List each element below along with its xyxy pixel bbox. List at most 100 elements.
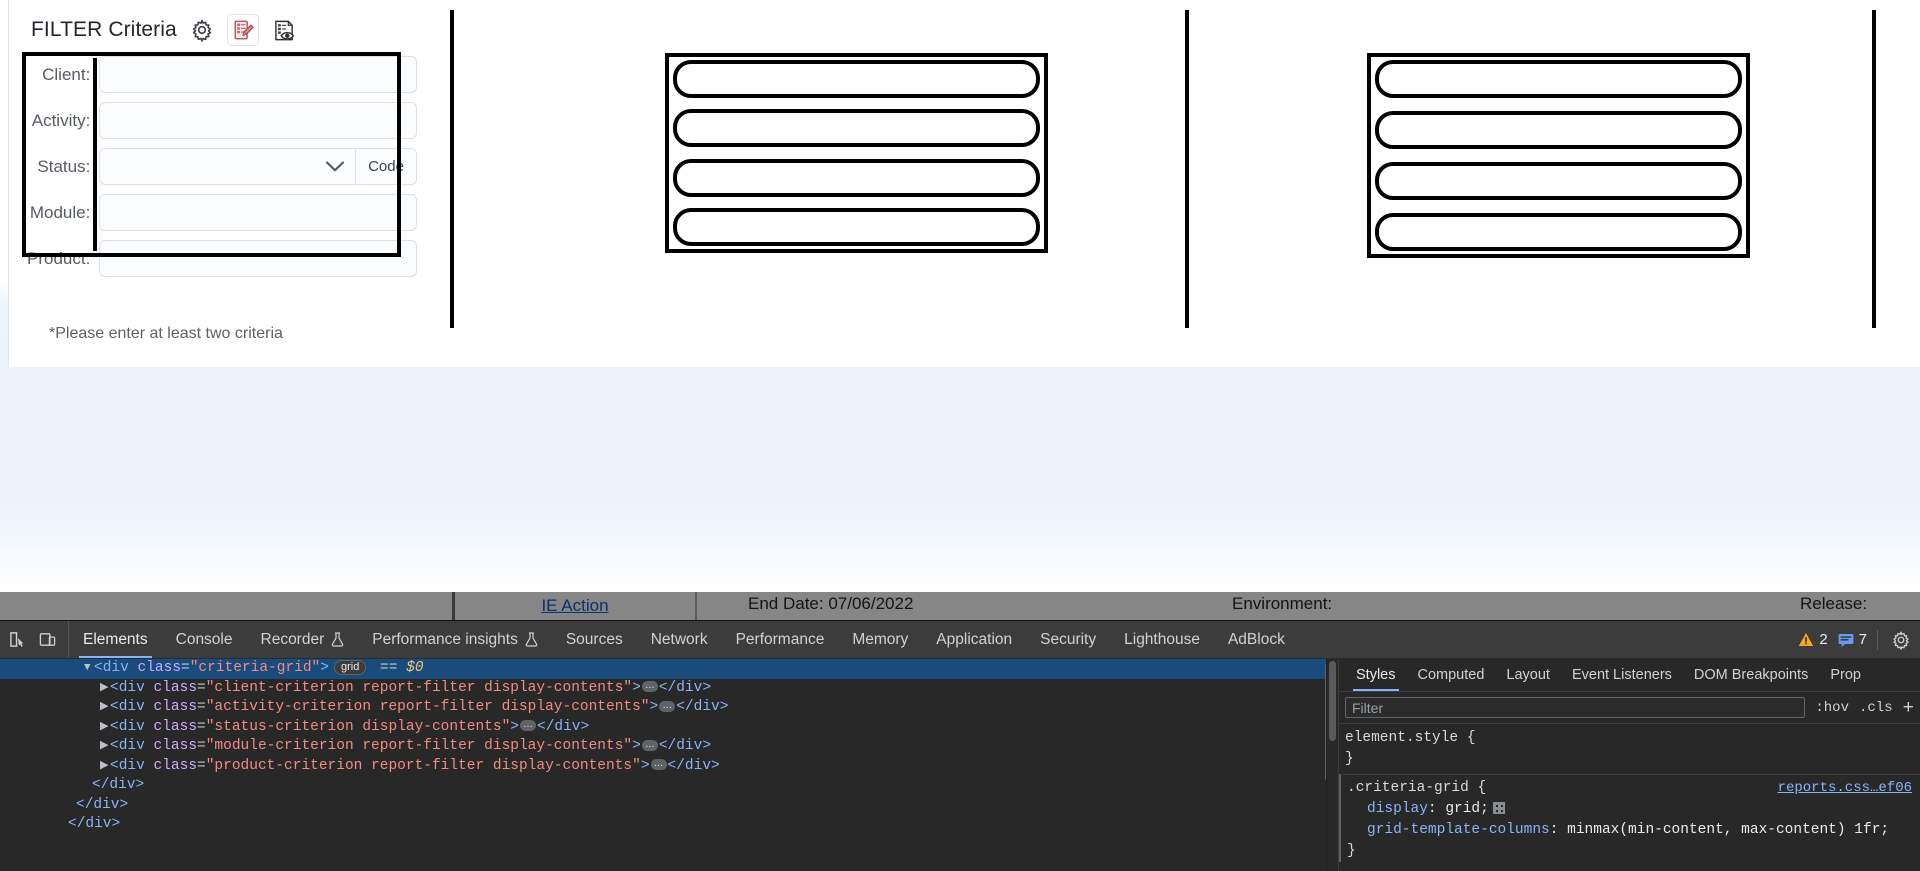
tab-performance-insights[interactable]: Performance insights xyxy=(358,621,552,658)
tab-sources[interactable]: Sources xyxy=(552,621,637,658)
warning-counter[interactable]: 2 xyxy=(1798,631,1828,648)
rule-source-link[interactable]: reports.css…ef06 xyxy=(1778,778,1912,799)
tab-label: Application xyxy=(936,630,1013,648)
tab-elements[interactable]: Elements xyxy=(69,621,162,658)
tab-network[interactable]: Network xyxy=(637,621,722,658)
dom-tree-panel[interactable]: ▼ <div class="criteria-grid"> grid == $0 ▶ <… xyxy=(0,659,1338,871)
dom-tree-line[interactable]: ▼ <div class="criteria-grid"> grid == $0 xyxy=(0,659,1338,679)
tab-console[interactable]: Console xyxy=(162,621,247,658)
tab-label: Security xyxy=(1040,630,1097,648)
experimental-flask-icon xyxy=(331,632,344,647)
annotation-bar xyxy=(1375,213,1742,251)
tab-label: Network xyxy=(650,630,708,648)
dom-tree-line[interactable]: ▶ <div class="activity-criterion report-f… xyxy=(0,698,1338,718)
activity-input[interactable] xyxy=(99,102,417,139)
criterion-field-module xyxy=(99,190,417,235)
annotation-group-right xyxy=(1367,53,1750,258)
hov-toggle[interactable]: :hov xyxy=(1815,700,1849,716)
dom-tree-line[interactable]: ▶ <div class="product-criterion report-fi… xyxy=(0,757,1338,777)
device-toolbar-icon[interactable] xyxy=(34,628,60,652)
styles-panel: Styles Computed Layout Event Listeners DOM B… xyxy=(1338,659,1920,871)
tab-security[interactable]: Security xyxy=(1026,621,1110,658)
styles-tab-prop[interactable]: Prop xyxy=(1819,659,1872,691)
preview-report-icon[interactable] xyxy=(271,16,299,44)
rule-selector[interactable]: .criteria-grid { reports.css…ef06 xyxy=(1341,778,1920,799)
tab-label: Sources xyxy=(565,630,623,648)
criterion-field-activity xyxy=(99,98,417,143)
tab-label: Lighthouse xyxy=(1124,630,1200,648)
client-input[interactable] xyxy=(99,56,417,93)
styles-tab-layout[interactable]: Layout xyxy=(1495,659,1561,691)
dom-panel-scrollbar[interactable] xyxy=(1326,659,1338,871)
module-input[interactable] xyxy=(99,194,417,231)
criterion-label-product: Product: xyxy=(27,248,91,268)
dom-tree-line[interactable]: ▶ <div class="module-criterion report-fil… xyxy=(0,737,1338,757)
tab-recorder[interactable]: Recorder xyxy=(247,621,359,658)
gear-icon[interactable] xyxy=(189,17,215,43)
end-date-label: End Date: 07/06/2022 xyxy=(748,594,914,613)
annotation-bar xyxy=(1375,60,1742,98)
styles-filter-bar: :hov .cls + xyxy=(1339,692,1920,724)
criterion-label-client: Client: xyxy=(42,64,91,84)
tab-application[interactable]: Application xyxy=(922,621,1026,658)
devtools-inspect-group xyxy=(0,621,69,658)
status-code-button[interactable]: Code xyxy=(355,149,416,184)
dom-panel-scrollbar-thumb[interactable] xyxy=(1329,661,1336,741)
experimental-flask-icon xyxy=(525,632,538,647)
tab-label: Memory xyxy=(852,630,909,648)
devtools-panel: Elements Console Recorder Performance insig… xyxy=(0,620,1920,871)
criterion-field-status: Code xyxy=(99,144,417,189)
tab-label: AdBlock xyxy=(1227,630,1285,648)
column-guide-1 xyxy=(450,10,454,328)
column-guide-2 xyxy=(1185,10,1189,328)
grid-overlay-icon[interactable] xyxy=(1492,802,1505,814)
chevron-down-icon[interactable] xyxy=(325,160,345,173)
styles-filter-input[interactable] xyxy=(1345,697,1806,718)
product-input[interactable] xyxy=(99,240,417,277)
annotation-bar xyxy=(673,60,1040,98)
tab-label: Performance xyxy=(735,630,825,648)
annotation-bar xyxy=(1375,162,1742,200)
status-select[interactable] xyxy=(100,149,355,184)
tab-label: Performance insights xyxy=(372,630,518,648)
warning-count: 2 xyxy=(1819,631,1828,648)
tab-label: Recorder xyxy=(260,630,325,648)
dom-tree-line[interactable]: ▶ <div class="client-criterion report-fil… xyxy=(0,679,1338,699)
release-label: Release: xyxy=(1800,594,1868,613)
styles-tab-styles[interactable]: Styles xyxy=(1345,659,1407,691)
ie-action-cell: IE Action xyxy=(452,592,697,620)
dom-tree-line[interactable]: </div> xyxy=(0,776,1338,796)
tab-adblock[interactable]: AdBlock xyxy=(1214,621,1299,658)
ie-action-link[interactable]: IE Action xyxy=(541,596,608,616)
page-content-strip: IE Action End Date: 07/06/2022 Environme… xyxy=(0,585,1920,620)
criterion-label-activity: Activity: xyxy=(31,110,91,130)
message-counter[interactable]: 7 xyxy=(1838,631,1867,648)
styles-tab-dom-breakpoints[interactable]: DOM Breakpoints xyxy=(1683,659,1819,691)
annotation-bar xyxy=(1375,111,1742,149)
devtools-toolbar: Elements Console Recorder Performance insig… xyxy=(0,621,1920,659)
dom-tree-line[interactable]: ▶ <div class="status-criterion display-co… xyxy=(0,718,1338,738)
tab-lighthouse[interactable]: Lighthouse xyxy=(1110,621,1214,658)
devtools-tab-list: Elements Console Recorder Performance insig… xyxy=(69,621,1299,658)
styles-tab-computed[interactable]: Computed xyxy=(1407,659,1496,691)
tab-memory[interactable]: Memory xyxy=(838,621,922,658)
edit-report-icon[interactable] xyxy=(226,14,259,46)
status-select-wrapper[interactable]: Code xyxy=(99,148,417,185)
criterion-label-status: Status: xyxy=(37,156,91,176)
cls-toggle[interactable]: .cls xyxy=(1859,700,1893,716)
styles-tab-event-listeners[interactable]: Event Listeners xyxy=(1561,659,1683,691)
rule-selector[interactable]: element.style { xyxy=(1339,728,1920,749)
inspect-element-icon[interactable] xyxy=(4,628,30,652)
toolbar-divider xyxy=(1877,629,1878,650)
rule-property[interactable]: display: grid; xyxy=(1341,799,1920,820)
dom-tree-line[interactable]: </div> xyxy=(0,796,1338,816)
devtools-toolbar-right: 2 7 xyxy=(1798,621,1920,658)
strip-top-edge xyxy=(0,585,1920,592)
criteria-grid-rule: .criteria-grid { reports.css…ef06 displa… xyxy=(1339,774,1920,862)
new-style-rule-button[interactable]: + xyxy=(1903,698,1914,717)
annotation-group-middle xyxy=(665,53,1048,253)
rule-property[interactable]: grid-template-columns: minmax(min-conten… xyxy=(1341,820,1920,841)
tab-performance[interactable]: Performance xyxy=(722,621,839,658)
settings-gear-icon[interactable] xyxy=(1888,628,1914,652)
dom-tree-line[interactable]: </div> xyxy=(0,815,1338,835)
